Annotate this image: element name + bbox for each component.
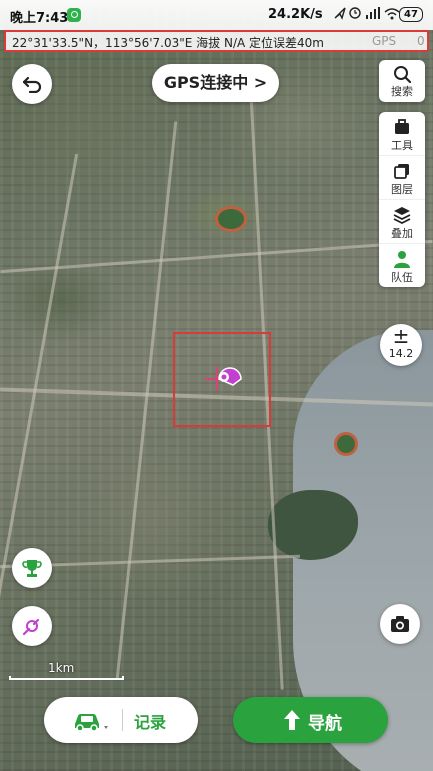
network-speed: 24.2K/s [268,7,323,22]
tools-label: 工具 [391,139,413,152]
wifi-icon [384,8,400,13]
stadium-landmark [215,206,247,232]
status-bar: 晚上7:43 24.2K/s 47 [0,0,433,30]
search-button[interactable]: 搜索 [379,60,425,102]
stack-icon [393,207,411,225]
car-icon [75,713,108,732]
camera-icon [391,616,409,632]
map-road [0,239,433,274]
app-notification-icon [67,8,81,22]
toolbox-icon [395,119,409,134]
zoom-level: 14.2 [388,347,414,360]
back-arrow-icon [22,76,42,93]
zoom-level-button[interactable]: ± 14.2 [380,324,422,366]
team-label: 队伍 [391,271,413,284]
navigate-label: 导航 [308,714,342,734]
camera-button[interactable] [380,604,420,644]
tools-button[interactable]: 工具 [379,112,425,155]
zoom-plus-icon: ± [392,324,410,348]
back-button[interactable] [12,64,52,104]
location-marker-icon [205,367,242,391]
overlay-label: 叠加 [391,227,413,240]
battery-icon: 47 [399,7,423,22]
layers-button[interactable]: 图层 [379,155,425,199]
layers-icon [394,164,409,179]
location-arrow-icon [334,7,346,20]
signal-icon [366,15,368,19]
team-person-icon [394,251,410,268]
achievements-button[interactable] [12,548,52,588]
tools-panel: 工具 图层 叠加 队伍 [379,112,425,287]
map-road [115,121,178,679]
team-button[interactable]: 队伍 [379,243,425,287]
satellite-count: 0 [417,34,425,48]
map-scale-label: 1km [48,661,75,675]
current-location-highlight [173,332,271,427]
layers-label: 图层 [391,183,413,196]
search-icon [394,66,412,84]
compass-icon [22,618,40,636]
record-divider [122,709,123,731]
search-label: 搜索 [391,85,413,98]
coordinates-text: 22°31'33.5"N，113°56'7.03"E 海拔 N/A 定位误差40… [12,36,324,50]
turn-arrow-icon [284,710,300,730]
gps-status-button[interactable]: GPS连接中 > [152,64,279,102]
map-scale-bar [9,676,124,680]
stadium-landmark [334,432,358,456]
record-label: 记录 [134,713,167,732]
trophy-icon [22,560,42,577]
compass-button[interactable] [12,606,52,646]
location-info-bar: 22°31'33.5"N，113°56'7.03"E 海拔 N/A 定位误差40… [4,30,429,52]
map-road [0,153,79,667]
status-icons [333,6,403,24]
navigate-button[interactable]: 导航 [233,697,388,743]
record-button[interactable]: 记录 [44,697,198,743]
overlay-button[interactable]: 叠加 [379,199,425,243]
gps-label: GPS [372,34,397,48]
search-panel: 搜索 [379,60,425,102]
status-time: 晚上7:43 [10,11,69,26]
